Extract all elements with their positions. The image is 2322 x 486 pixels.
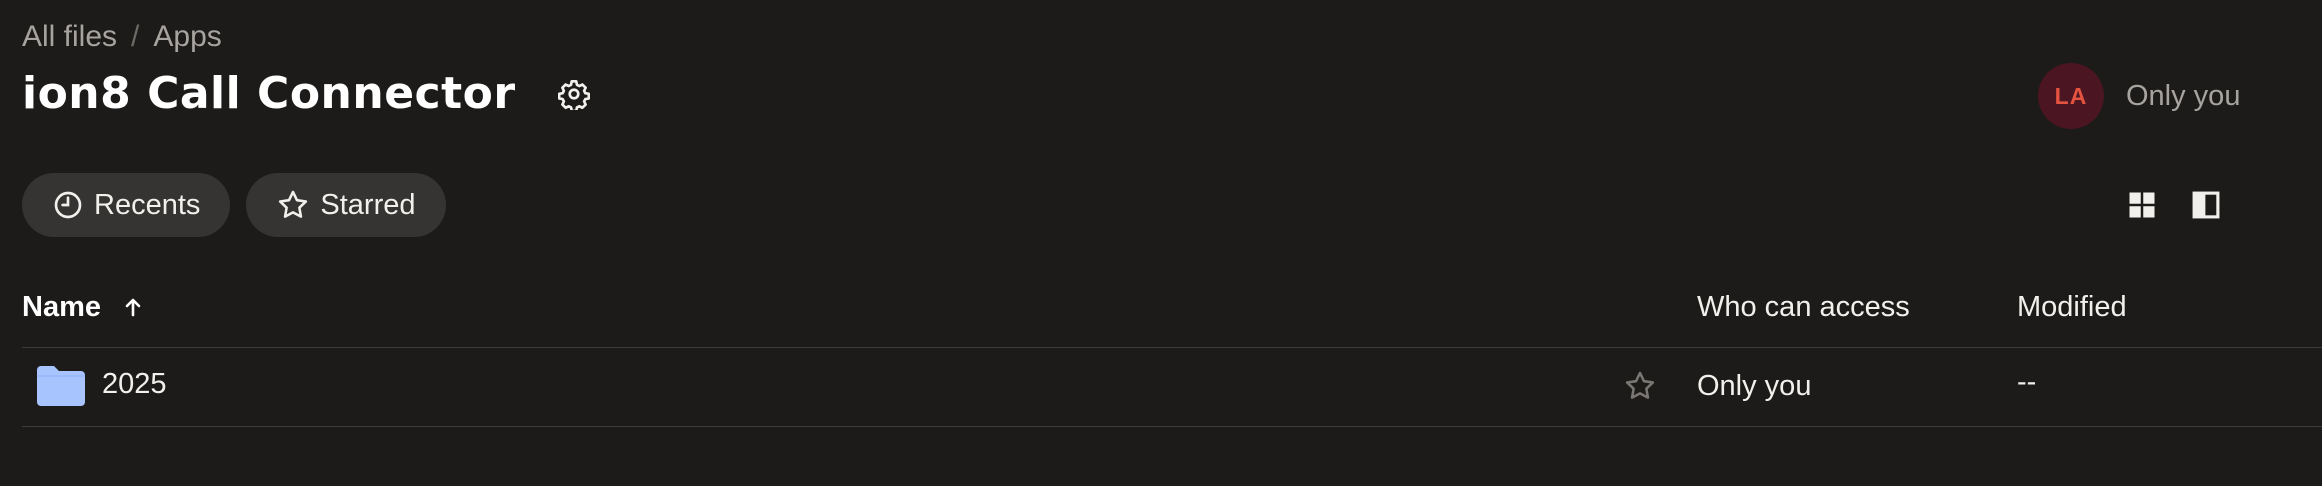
star-outline-icon <box>1625 371 1655 399</box>
table-row[interactable]: 2025 Only you -- <box>22 348 2322 426</box>
folder-icon <box>37 366 85 406</box>
app-page: All files / Apps ion8 Call Connector LA … <box>0 0 2322 486</box>
grid-view-icon <box>2129 192 2155 218</box>
row-modified: -- <box>2017 366 2037 398</box>
breadcrumb-all-files[interactable]: All files <box>22 20 117 54</box>
access-indicator[interactable]: LA Only you <box>2038 63 2240 129</box>
table-header: Name Who can access Modified <box>22 290 2322 346</box>
row-divider <box>22 426 2322 427</box>
recents-label: Recents <box>94 188 201 221</box>
breadcrumb: All files / Apps <box>22 20 222 54</box>
star-button[interactable] <box>1620 366 1660 406</box>
clock-icon <box>54 191 82 219</box>
filter-chips: Recents Starred <box>22 173 446 237</box>
side-panel-button[interactable] <box>2190 189 2222 221</box>
column-modified-label: Modified <box>2017 290 2127 323</box>
breadcrumb-separator: / <box>131 20 140 53</box>
folder-settings-button[interactable] <box>554 74 594 114</box>
sort-arrow-up-icon <box>125 298 141 317</box>
starred-chip[interactable]: Starred <box>246 173 446 237</box>
star-icon <box>279 190 308 218</box>
avatar: LA <box>2038 63 2104 129</box>
column-access-label: Who can access <box>1697 290 1910 323</box>
column-header-name[interactable]: Name <box>22 290 145 324</box>
gear-icon <box>557 79 590 110</box>
recents-chip[interactable]: Recents <box>22 173 231 237</box>
grid-view-button[interactable] <box>2126 189 2158 221</box>
column-header-modified[interactable]: Modified <box>2017 290 2127 324</box>
column-header-access[interactable]: Who can access <box>1697 290 1910 324</box>
side-panel-icon <box>2192 191 2220 219</box>
page-title: ion8 Call Connector <box>22 68 516 119</box>
starred-label: Starred <box>320 188 416 221</box>
column-name-label: Name <box>22 290 101 323</box>
view-toggles <box>2126 189 2222 221</box>
breadcrumb-apps[interactable]: Apps <box>153 20 221 54</box>
title-row: ion8 Call Connector <box>22 68 594 119</box>
row-access: Only you <box>1697 370 1812 402</box>
access-label: Only you <box>2126 79 2241 112</box>
row-name[interactable]: 2025 <box>102 368 167 401</box>
